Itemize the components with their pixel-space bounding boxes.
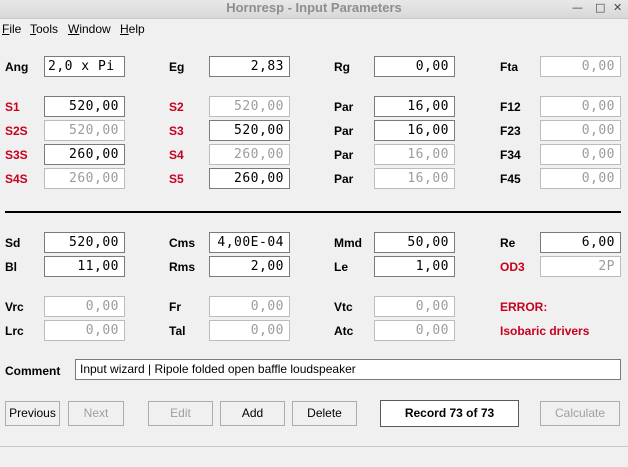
window-title: Hornresp - Input Parameters [226, 0, 402, 15]
bl-field[interactable]: 11,00 [44, 256, 125, 277]
label-s4s: S4S [5, 172, 28, 186]
previous-button[interactable]: Previous [5, 401, 60, 426]
label-s2: S2 [169, 100, 184, 114]
maximize-icon[interactable]: □ [595, 1, 605, 15]
error-message: Isobaric drivers [500, 324, 590, 338]
f45-field: 0,00 [540, 168, 621, 189]
label-par-1: Par [334, 100, 354, 114]
re-field[interactable]: 6,00 [540, 232, 621, 253]
s4-field: 260,00 [209, 144, 290, 165]
label-rg: Rg [334, 60, 350, 74]
s4s-field: 260,00 [44, 168, 125, 189]
s2s-field: 520,00 [44, 120, 125, 141]
label-eg: Eg [169, 60, 185, 74]
label-s4: S4 [169, 148, 184, 162]
od3-field: 2P [540, 256, 621, 277]
atc-field: 0,00 [374, 320, 455, 341]
label-sd: Sd [5, 236, 21, 250]
label-ang: Ang [5, 60, 29, 74]
title-bar: Hornresp - Input Parameters — □ ✕ [0, 0, 628, 19]
label-f34: F34 [500, 148, 521, 162]
menu-bar: File Tools Window Help [0, 19, 628, 40]
vrc-field: 0,00 [44, 296, 125, 317]
menu-tools-rest: ools [36, 22, 59, 36]
label-re: Re [500, 236, 516, 250]
eg-field[interactable]: 2,83 [209, 56, 290, 77]
record-indicator: Record 73 of 73 [380, 400, 519, 427]
label-lrc: Lrc [5, 324, 24, 338]
label-mmd: Mmd [334, 236, 362, 250]
label-s1: S1 [5, 100, 20, 114]
ang-field[interactable]: 2,0 x Pi [44, 56, 125, 77]
s1-field[interactable]: 520,00 [44, 96, 125, 117]
tal-field: 0,00 [209, 320, 290, 341]
menu-tools[interactable]: Tools [30, 22, 58, 36]
label-cms: Cms [169, 236, 196, 250]
f23-field: 0,00 [540, 120, 621, 141]
label-le: Le [334, 260, 349, 274]
menu-file-rest: ile [9, 22, 22, 36]
status-bar [0, 446, 628, 467]
mmd-field[interactable]: 50,00 [374, 232, 455, 253]
label-fr: Fr [169, 300, 181, 314]
label-s3: S3 [169, 124, 184, 138]
menu-help-rest: elp [128, 22, 145, 36]
menu-window[interactable]: Window [68, 22, 111, 36]
minimize-icon[interactable]: — [572, 1, 583, 15]
lrc-field: 0,00 [44, 320, 125, 341]
rms-field[interactable]: 2,00 [209, 256, 290, 277]
label-rms: Rms [169, 260, 196, 274]
menu-window-rest: indow [79, 22, 111, 36]
par-3-field: 16,00 [374, 144, 455, 165]
menu-help-accel: H [120, 22, 129, 36]
label-par-4: Par [334, 172, 354, 186]
add-button[interactable]: Add [220, 401, 285, 426]
label-vrc: Vrc [5, 300, 24, 314]
label-atc: Atc [334, 324, 354, 338]
label-s5: S5 [169, 172, 184, 186]
f34-field: 0,00 [540, 144, 621, 165]
menu-window-accel: W [68, 22, 80, 36]
comment-field[interactable]: Input wizard | Ripole folded open baffle… [75, 359, 621, 380]
cms-field[interactable]: 4,00E-04 [209, 232, 290, 253]
label-f12: F12 [500, 100, 521, 114]
le-field[interactable]: 1,00 [374, 256, 455, 277]
s5-field[interactable]: 260,00 [209, 168, 290, 189]
s3-field[interactable]: 520,00 [209, 120, 290, 141]
label-tal: Tal [169, 324, 186, 338]
next-button: Next [68, 401, 124, 426]
s2-field: 520,00 [209, 96, 290, 117]
vtc-field: 0,00 [374, 296, 455, 317]
section-divider [5, 211, 621, 213]
label-fta: Fta [500, 60, 518, 74]
label-s3s: S3S [5, 148, 28, 162]
par-1-field[interactable]: 16,00 [374, 96, 455, 117]
s3s-field[interactable]: 260,00 [44, 144, 125, 165]
menu-help[interactable]: Help [120, 22, 145, 36]
label-f23: F23 [500, 124, 521, 138]
f12-field: 0,00 [540, 96, 621, 117]
error-label: ERROR: [500, 300, 548, 314]
label-vtc: Vtc [334, 300, 353, 314]
label-par-2: Par [334, 124, 354, 138]
label-par-3: Par [334, 148, 354, 162]
menu-file[interactable]: File [2, 22, 21, 36]
rg-field[interactable]: 0,00 [374, 56, 455, 77]
par-4-field: 16,00 [374, 168, 455, 189]
label-f45: F45 [500, 172, 521, 186]
label-s2s: S2S [5, 124, 28, 138]
par-2-field[interactable]: 16,00 [374, 120, 455, 141]
label-od3: OD3 [500, 260, 525, 274]
label-bl: Bl [5, 260, 17, 274]
calculate-button: Calculate [540, 401, 620, 426]
delete-button[interactable]: Delete [292, 401, 357, 426]
label-comment: Comment [5, 364, 61, 378]
edit-button: Edit [148, 401, 213, 426]
fr-field: 0,00 [209, 296, 290, 317]
sd-field[interactable]: 520,00 [44, 232, 125, 253]
fta-field: 0,00 [540, 56, 621, 77]
close-icon[interactable]: ✕ [613, 1, 622, 15]
